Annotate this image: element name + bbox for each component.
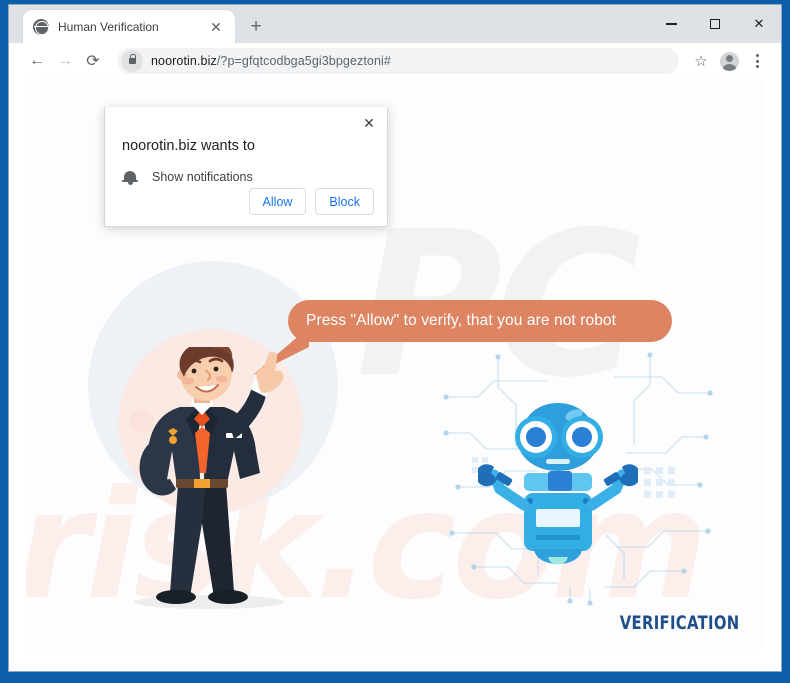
- url-text: noorotin.biz/?p=gfqtcodbga5gi3bpgeztoni#: [151, 54, 391, 68]
- maximize-button[interactable]: [693, 5, 737, 43]
- tab-close-icon[interactable]: ✕: [205, 16, 227, 38]
- notification-permission-dialog: ✕ noorotin.biz wants to Show notificatio…: [104, 107, 388, 227]
- browser-window: Human Verification ✕ + ✕ ← → ⟳ noorotin.…: [8, 4, 782, 672]
- profile-avatar-icon: [719, 51, 739, 71]
- globe-icon: [33, 18, 49, 35]
- permission-row: Show notifications: [122, 169, 253, 185]
- bell-icon: [122, 169, 138, 185]
- speech-bubble-text: Press "Allow" to verify, that you are no…: [306, 312, 617, 329]
- title-bar: Human Verification ✕ + ✕: [9, 5, 781, 43]
- address-bar[interactable]: noorotin.biz/?p=gfqtcodbga5gi3bpgeztoni#: [117, 48, 679, 74]
- minimize-button[interactable]: [649, 5, 693, 43]
- browser-toolbar: ← → ⟳ noorotin.biz/?p=gfqtcodbga5gi3bpge…: [9, 43, 781, 79]
- permission-label: Show notifications: [152, 170, 253, 184]
- close-button[interactable]: ✕: [737, 5, 781, 43]
- tab-title: Human Verification: [58, 19, 159, 34]
- page-bottom-strip: [9, 649, 781, 671]
- url-path: /?p=gfqtcodbga5gi3bpgeztoni#: [216, 54, 391, 68]
- speech-bubble: Press "Allow" to verify, that you are no…: [288, 300, 672, 342]
- blue-robot-illustration: [478, 403, 638, 565]
- browser-tab[interactable]: Human Verification ✕: [23, 10, 235, 43]
- pointing-businessman-illustration: [139, 347, 284, 604]
- three-dot-menu-icon[interactable]: [743, 47, 771, 75]
- maximize-icon: [710, 19, 720, 29]
- window-controls: ✕: [649, 5, 781, 43]
- forward-button: →: [57, 52, 73, 69]
- profile-avatar[interactable]: [715, 47, 743, 75]
- minimize-icon: [665, 23, 677, 25]
- reload-button[interactable]: ⟳: [79, 47, 107, 75]
- lock-icon[interactable]: [121, 50, 143, 72]
- allow-button[interactable]: Allow: [248, 188, 307, 215]
- dialog-title: noorotin.biz wants to: [122, 138, 255, 154]
- dialog-close-icon[interactable]: ✕: [357, 111, 381, 135]
- new-tab-button[interactable]: +: [245, 15, 267, 37]
- page-footer-label: VERIFICATION: [619, 612, 739, 634]
- url-domain: noorotin.biz: [151, 54, 217, 68]
- bookmark-star-icon[interactable]: ☆: [687, 47, 715, 75]
- back-button[interactable]: ←: [23, 47, 51, 75]
- page-viewport: PC risk.com: [9, 79, 781, 671]
- block-button[interactable]: Block: [315, 188, 374, 215]
- dialog-actions: Allow Block: [248, 188, 374, 215]
